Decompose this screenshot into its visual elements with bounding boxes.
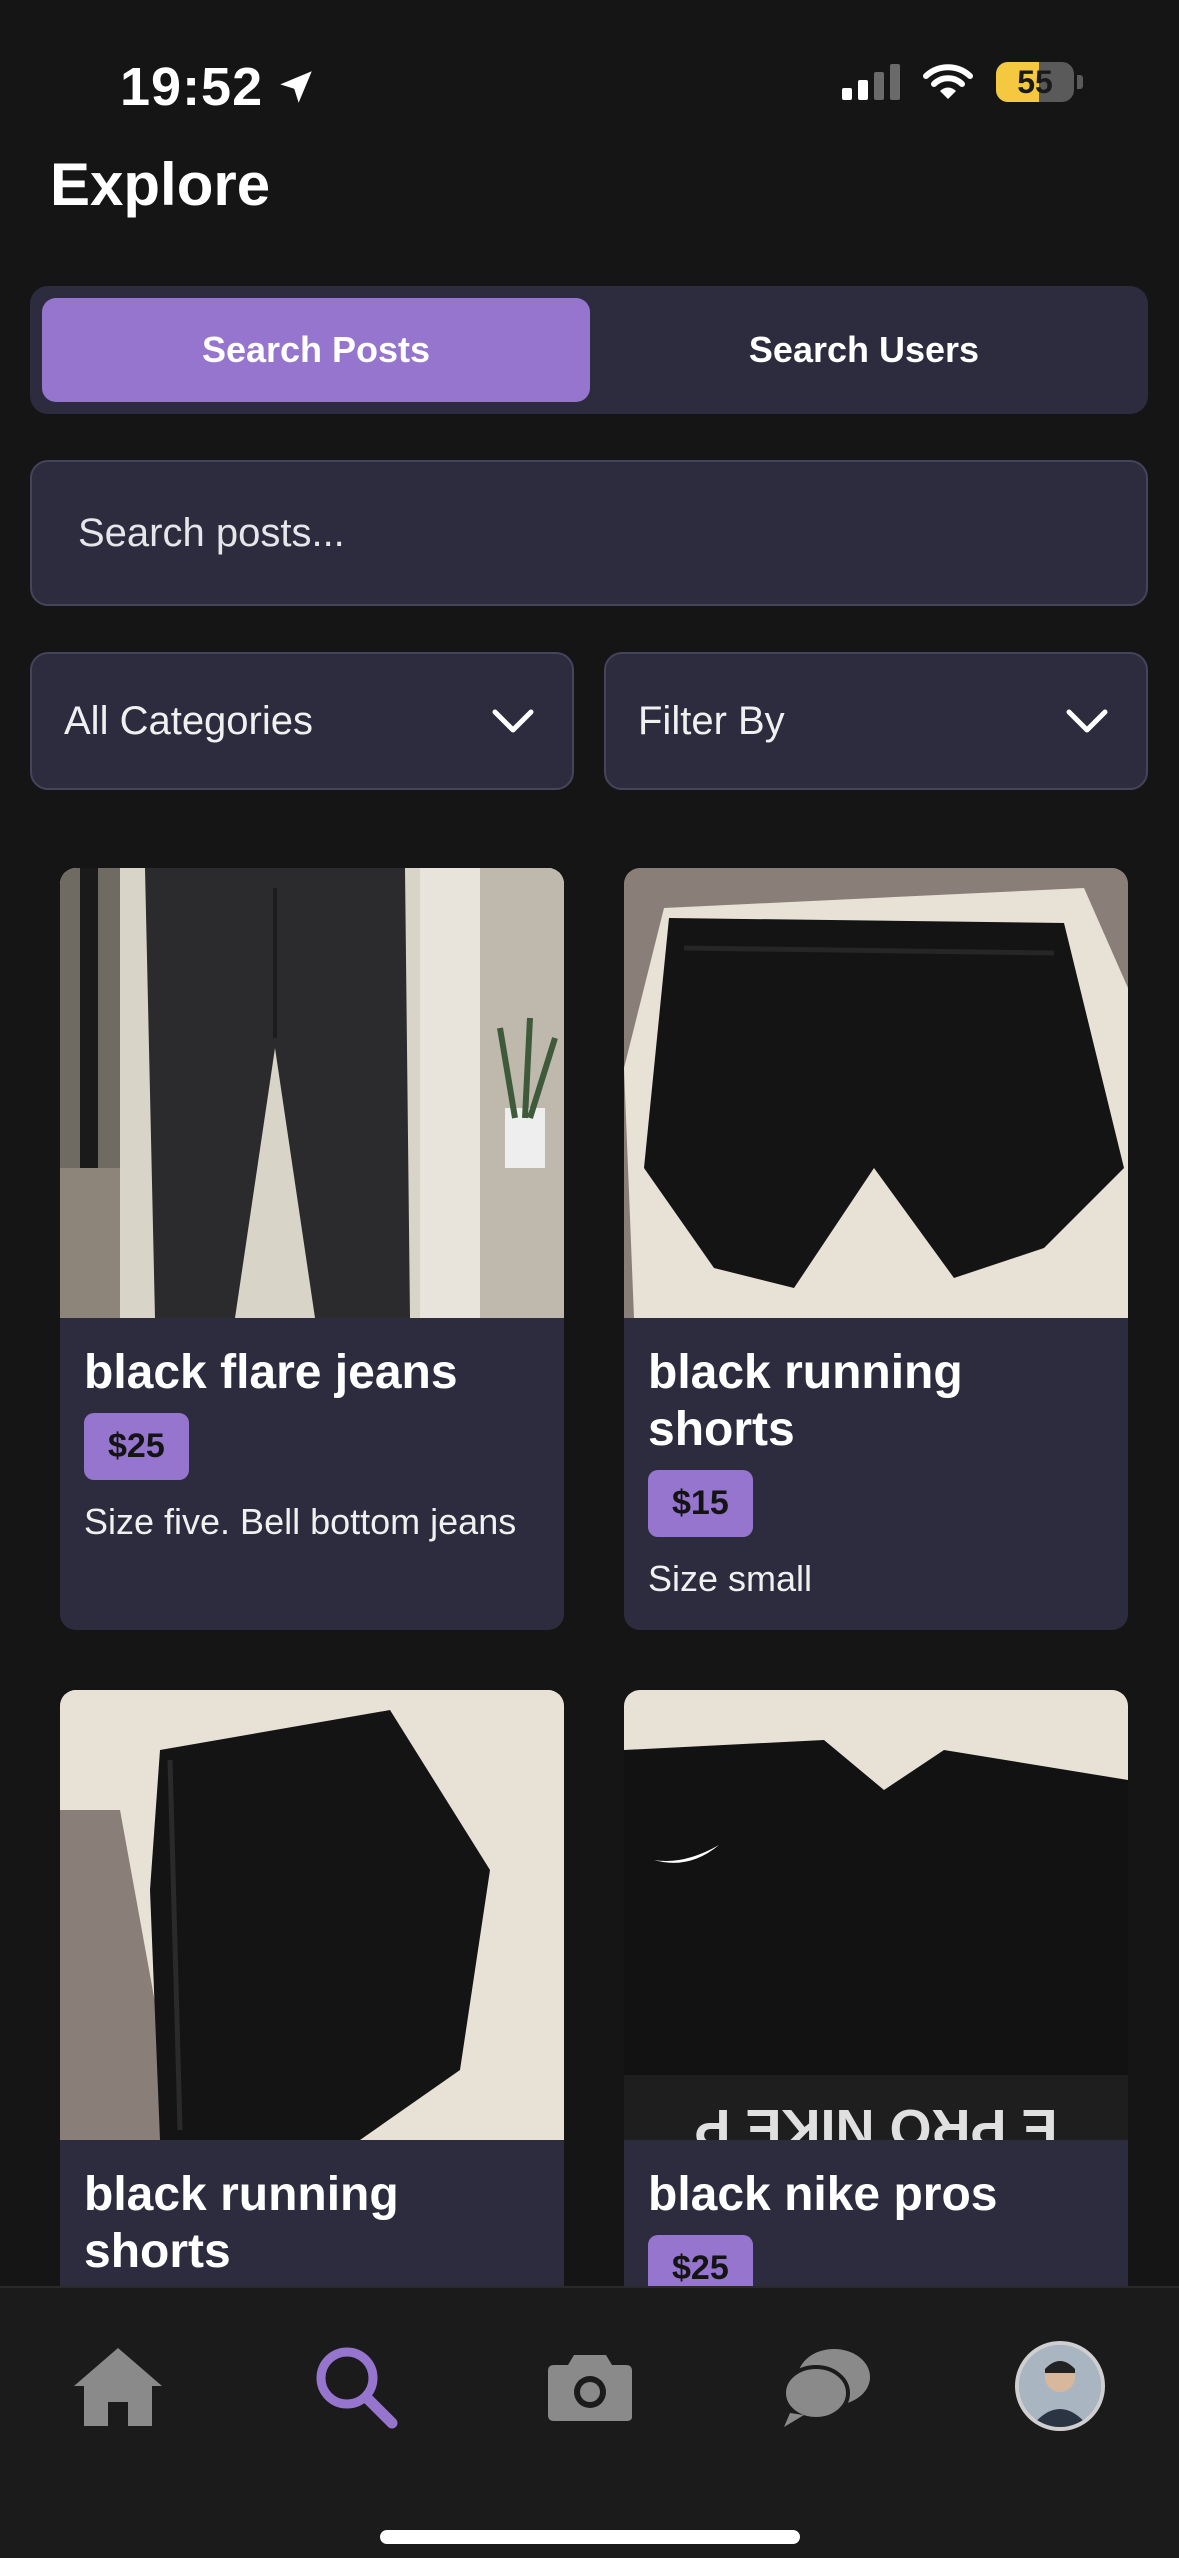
post-title: black nike pros [648,2168,998,2221]
home-indicator[interactable] [380,2530,800,2544]
filter-by-dropdown-label: Filter By [638,698,785,743]
post-card[interactable]: black flare jeans $25 Size five. Bell bo… [60,868,564,1630]
post-card[interactable]: black running shorts $15 Size small [624,868,1128,1630]
post-description: Size five. Bell bottom jeans [84,1501,517,1542]
post-title: black flare jeans [84,1346,458,1399]
chat-icon[interactable] [776,2336,876,2436]
battery-level: 55 [1017,64,1053,100]
wifi-icon [923,64,973,99]
post-image: E PRO NIKE P [624,1690,1128,2140]
post-image [60,868,564,1318]
tab-search-posts[interactable]: Search Posts [42,298,590,402]
chevron-down-icon [1066,709,1108,733]
post-image [624,868,1128,1318]
price-badge: $25 [84,1413,189,1480]
tab-search-users[interactable]: Search Users [590,298,1138,402]
search-mode-toggle: Search Posts Search Users [30,286,1148,414]
post-title: black running shorts [84,2168,399,2278]
camera-icon[interactable] [540,2336,640,2436]
price-badge: $15 [648,1470,753,1537]
post-title: black running shorts [648,1346,963,1456]
post-description: Size small [648,1558,813,1599]
post-image [60,1690,564,2140]
post-card[interactable]: black running shorts [60,1690,564,2390]
location-arrow-icon [280,71,312,103]
battery-indicator: 55 [996,62,1083,102]
post-card[interactable]: E PRO NIKE P black nike pros $25 [624,1690,1128,2390]
cellular-signal-icon [842,64,900,100]
category-dropdown[interactable]: All Categories [30,652,574,790]
filter-by-dropdown[interactable]: Filter By [604,652,1148,790]
status-bar: 19:52 55 [0,0,1179,150]
status-time: 19:52 [120,56,317,118]
bottom-nav [0,2286,1179,2558]
page-title: Explore [50,151,271,218]
waistband-text: E PRO NIKE P [694,2098,1057,2140]
home-icon[interactable] [68,2336,168,2436]
profile-avatar[interactable] [1010,2336,1110,2436]
search-icon[interactable] [305,2336,405,2436]
chevron-down-icon [492,709,534,733]
search-input[interactable]: Search posts... [30,460,1148,606]
category-dropdown-label: All Categories [64,698,314,743]
